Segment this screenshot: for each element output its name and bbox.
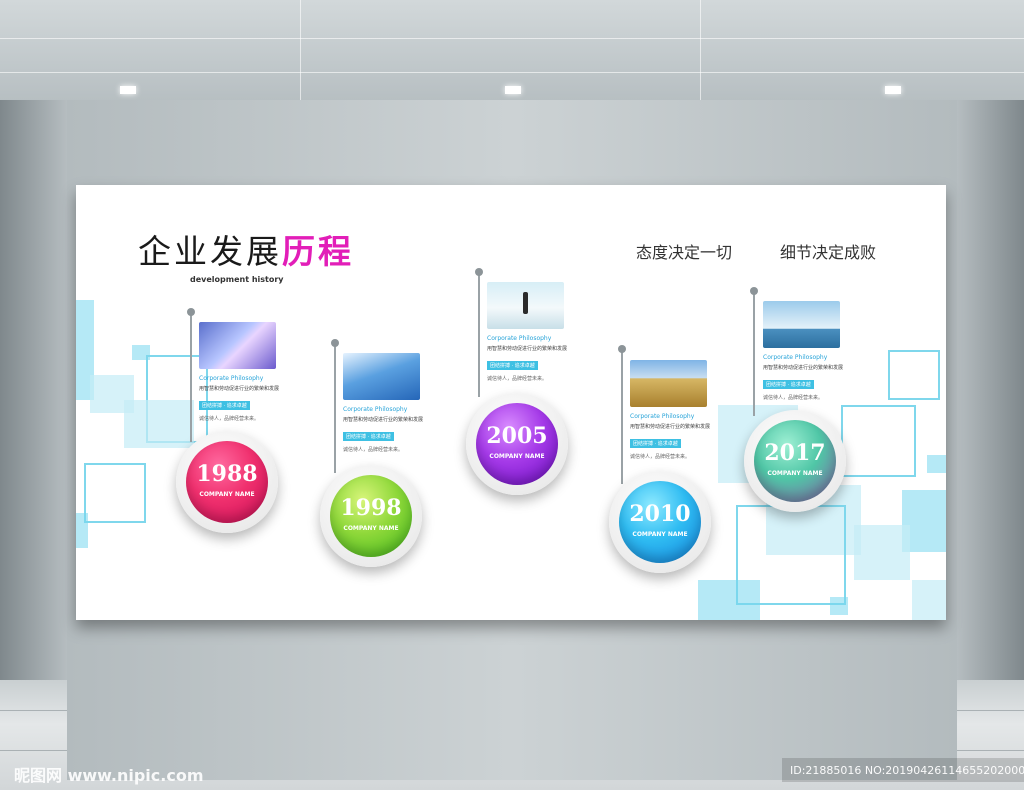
milestone-note: 诚信待人，品牌经营未来。	[343, 447, 404, 453]
ceiling-light	[505, 86, 521, 94]
year-badge-face: 2017 COMPANY NAME	[754, 420, 836, 502]
company-name: COMPANY NAME	[343, 525, 399, 532]
ceiling-light	[120, 86, 136, 94]
building-photo	[343, 353, 420, 400]
milestone-info: Corporate Philosophy 用智慧和劳动促进行业的繁荣和发展 团结…	[487, 335, 617, 382]
decor-square	[124, 400, 194, 448]
city-photo	[763, 301, 840, 348]
decor-square	[76, 513, 88, 548]
timeline-stem-dot	[331, 339, 339, 347]
ceiling	[0, 0, 1024, 100]
year-label: 1998	[340, 495, 402, 521]
timeline-board: 企业发展历程 development history 态度决定一切 细节决定成败…	[76, 185, 946, 620]
milestone-desc: 用智慧和劳动促进行业的繁荣和发展	[487, 346, 568, 352]
milestone-info: Corporate Philosophy 用智慧和劳动促进行业的繁荣和发展 团结…	[763, 354, 893, 401]
year-badge-face: 2010 COMPANY NAME	[619, 481, 701, 563]
decor-square	[912, 580, 946, 620]
title-accent: 历程	[282, 232, 354, 271]
company-name: COMPANY NAME	[199, 491, 255, 498]
year-badge-face: 2005 COMPANY NAME	[476, 403, 558, 485]
company-name: COMPANY NAME	[767, 470, 823, 477]
milestone-info: Corporate Philosophy 用智慧和劳动促进行业的繁荣和发展 团结…	[343, 406, 473, 453]
timeline-stem-dot	[475, 268, 483, 276]
businessman-figure	[523, 292, 528, 314]
year-badge-face: 1988 COMPANY NAME	[186, 441, 268, 523]
timeline-stem	[478, 272, 480, 397]
ceiling-light	[885, 86, 901, 94]
handshake-photo	[199, 322, 276, 369]
year-badge-2017: 2017 COMPANY NAME	[744, 410, 846, 512]
decor-square	[830, 597, 848, 615]
year-label: 2017	[764, 440, 826, 466]
timeline-stem-dot	[618, 345, 626, 353]
businessman-photo	[487, 282, 564, 329]
milestone-desc: 用智慧和劳动促进行业的繁荣和发展	[763, 365, 844, 371]
board-subtitle: development history	[190, 275, 284, 284]
ceiling-seam	[0, 72, 1024, 73]
site-watermark: 昵图网 www.nipic.com	[14, 766, 204, 785]
milestone-note: 诚信待人，品牌经营未来。	[199, 416, 260, 422]
year-badge-face: 1998 COMPANY NAME	[330, 475, 412, 557]
decor-square	[927, 455, 946, 473]
timeline-stem	[190, 312, 192, 442]
milestone-desc: 用智慧和劳动促进行业的繁荣和发展	[630, 424, 711, 430]
year-badge-1998: 1998 COMPANY NAME	[320, 465, 422, 567]
milestone-desc: 用智慧和劳动促进行业的繁荣和发展	[343, 417, 424, 423]
company-name: COMPANY NAME	[632, 531, 688, 538]
year-badge-1988: 1988 COMPANY NAME	[176, 431, 278, 533]
decor-square	[888, 350, 940, 400]
timeline-stem	[334, 343, 336, 473]
image-id-watermark: ID:21885016 NO:20190426114655202000	[790, 764, 1024, 777]
philosophy-label: Corporate Philosophy	[343, 406, 408, 413]
slogan-attitude: 态度决定一切	[636, 243, 733, 262]
motto-tag: 团结拼搏 · 追求卓越	[763, 380, 814, 389]
year-badge-2005: 2005 COMPANY NAME	[466, 393, 568, 495]
decor-square	[841, 405, 916, 477]
ceiling-seam	[300, 0, 301, 100]
milestone-note: 诚信待人，品牌经营未来。	[763, 395, 824, 401]
year-badge-2010: 2010 COMPANY NAME	[609, 471, 711, 573]
company-name: COMPANY NAME	[489, 453, 545, 460]
slogan-details: 细节决定成败	[780, 243, 877, 262]
motto-tag: 团结拼搏 · 追求卓越	[343, 432, 394, 441]
milestone-note: 诚信待人，品牌经营未来。	[630, 454, 691, 460]
year-label: 2005	[486, 423, 548, 449]
timeline-stem	[621, 349, 623, 484]
decor-square	[698, 580, 760, 620]
philosophy-label: Corporate Philosophy	[763, 354, 828, 361]
philosophy-label: Corporate Philosophy	[487, 335, 552, 342]
timeline-stem-dot	[187, 308, 195, 316]
wheat-photo	[630, 360, 707, 407]
timeline-stem	[753, 291, 755, 416]
year-label: 2010	[629, 501, 691, 527]
board-title: 企业发展历程	[138, 225, 354, 273]
motto-tag: 团结拼搏 · 追求卓越	[199, 401, 250, 410]
milestone-note: 诚信待人，品牌经营未来。	[487, 376, 548, 382]
philosophy-label: Corporate Philosophy	[199, 375, 264, 382]
milestone-info: Corporate Philosophy 用智慧和劳动促进行业的繁荣和发展 团结…	[630, 413, 760, 460]
decor-square	[84, 463, 146, 523]
philosophy-label: Corporate Philosophy	[630, 413, 695, 420]
timeline-stem-dot	[750, 287, 758, 295]
milestone-info: Corporate Philosophy 用智慧和劳动促进行业的繁荣和发展 团结…	[199, 375, 329, 422]
motto-tag: 团结拼搏 · 追求卓越	[630, 439, 681, 448]
year-label: 1988	[196, 461, 258, 487]
ceiling-seam	[700, 0, 701, 100]
ceiling-seam	[0, 38, 1024, 39]
title-main: 企业发展	[138, 232, 282, 271]
milestone-desc: 用智慧和劳动促进行业的繁荣和发展	[199, 386, 280, 392]
motto-tag: 团结拼搏 · 追求卓越	[487, 361, 538, 370]
decor-square	[854, 525, 910, 580]
